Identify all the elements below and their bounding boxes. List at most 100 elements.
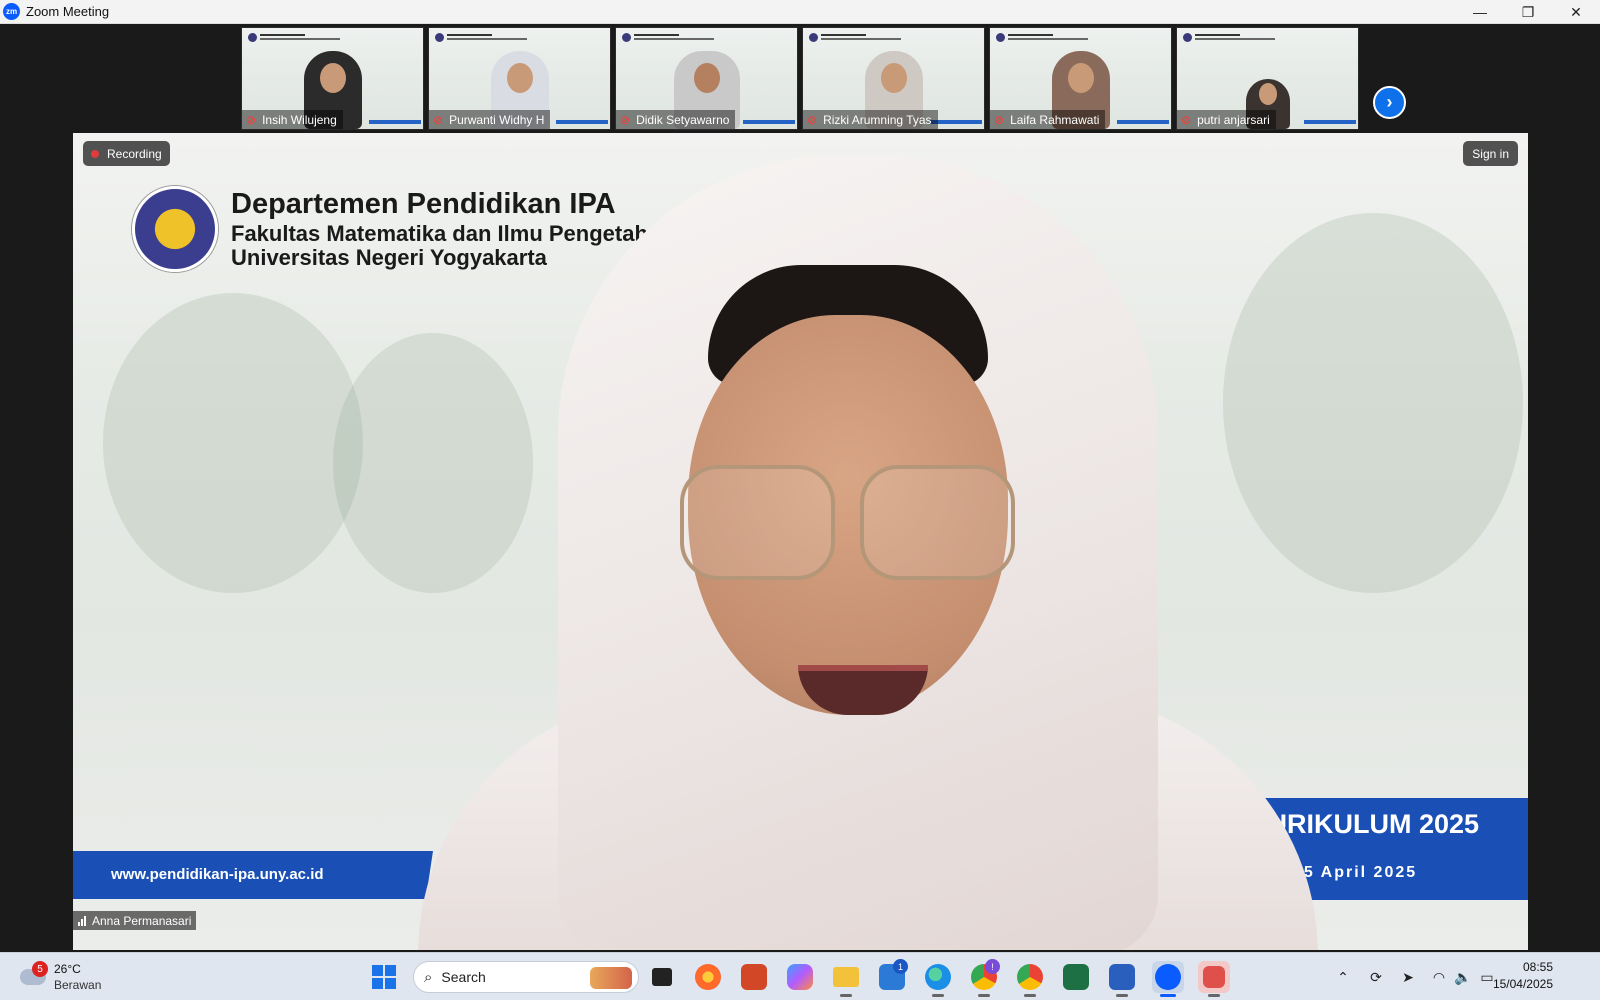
participant-namebar: ⊘ putri anjarsari: [1177, 110, 1276, 129]
folder-icon: [833, 967, 859, 987]
active-speaker-name: Anna Permanasari: [92, 913, 192, 928]
store-badge: 1: [893, 959, 908, 974]
chrome-badge: !: [985, 959, 1000, 974]
taskbar-excel[interactable]: [1060, 961, 1092, 993]
running-indicator: [932, 994, 944, 997]
running-indicator: [1160, 994, 1176, 997]
weather-widget[interactable]: 5 26°C Berawan: [18, 959, 118, 995]
taskbar-file-explorer[interactable]: [830, 961, 862, 997]
slide-header-mini: [809, 33, 904, 43]
participant-tile[interactable]: ⊘ Rizki Arumning Tyas: [802, 27, 985, 130]
taskbar-powerpoint[interactable]: [738, 961, 770, 993]
taskbar-firefox[interactable]: [692, 961, 724, 993]
chrome-profile-icon: [1017, 964, 1043, 990]
slide-header-mini: [435, 33, 530, 43]
taskbar-chrome-profile[interactable]: [1014, 961, 1046, 997]
mic-muted-icon: ⊘: [433, 112, 444, 127]
snipping-tool-icon: [1203, 966, 1225, 988]
show-hidden-icons-button[interactable]: ⌃: [1332, 961, 1354, 993]
running-indicator: [840, 994, 852, 997]
weather-temperature: 26°C: [54, 962, 81, 976]
slide-header-mini: [996, 33, 1091, 43]
speaker-glasses: [680, 465, 1020, 585]
taskbar: 5 26°C Berawan ⌕ 1 !: [0, 952, 1600, 1000]
participant-namebar: ⊘ Purwanti Widhy H: [429, 110, 551, 129]
search-highlight-image: [590, 967, 632, 989]
restore-button[interactable]: ❐: [1504, 0, 1552, 24]
task-view-icon: [652, 968, 672, 986]
signal-strength-icon: [78, 915, 87, 926]
active-speaker-namebadge: Anna Permanasari: [73, 911, 197, 930]
recording-indicator[interactable]: Recording: [83, 141, 170, 166]
participant-namebar: ⊘ Didik Setyawarno: [616, 110, 736, 129]
participant-name: Purwanti Widhy H: [449, 112, 545, 127]
running-indicator: [1116, 994, 1128, 997]
banner-strip: [556, 120, 608, 124]
participant-name: Didik Setyawarno: [636, 112, 730, 127]
mic-muted-icon: ⊘: [620, 112, 631, 127]
running-indicator: [1024, 994, 1036, 997]
wifi-icon[interactable]: ◠: [1428, 961, 1450, 993]
participant-tile[interactable]: ⊘ Didik Setyawarno: [615, 27, 798, 130]
participant-name: Insih Wilujeng: [262, 112, 337, 127]
task-view-button[interactable]: [646, 961, 678, 993]
close-button[interactable]: ✕: [1552, 0, 1600, 24]
location-icon[interactable]: ➤: [1396, 961, 1420, 993]
speaker-figure: [418, 155, 1318, 950]
word-icon: [1109, 964, 1135, 990]
taskbar-snipping-tool[interactable]: [1198, 961, 1230, 997]
minimize-button[interactable]: —: [1456, 0, 1504, 24]
banner-strip: [743, 120, 795, 124]
running-indicator: [1208, 994, 1220, 997]
slide-header-mini: [622, 33, 717, 43]
volume-icon[interactable]: 🔈: [1452, 961, 1474, 993]
window-title: Zoom Meeting: [26, 4, 110, 19]
taskbar-search[interactable]: ⌕: [413, 961, 639, 993]
weather-condition: Berawan: [54, 978, 102, 992]
participant-tile[interactable]: ⊘ Insih Wilujeng: [241, 27, 424, 130]
start-button[interactable]: [368, 961, 400, 993]
participant-face: [693, 63, 720, 93]
taskbar-word[interactable]: [1106, 961, 1138, 997]
banner-strip: [1304, 120, 1356, 124]
banner-strip: [930, 120, 982, 124]
participant-namebar: ⊘ Laifa Rahmawati: [990, 110, 1106, 129]
slide-header-mini: [1183, 33, 1278, 43]
search-input[interactable]: [441, 969, 592, 985]
taskbar-edge[interactable]: [922, 961, 954, 997]
active-speaker-video: Departemen Pendidikan IPA Fakultas Matem…: [73, 133, 1528, 950]
window-titlebar: zm Zoom Meeting — ❐ ✕: [0, 0, 1600, 24]
participant-strip: ⊘ Insih Wilujeng ⊘ Purwanti Widhy H ⊘ Di…: [0, 24, 1600, 134]
powerpoint-icon: [741, 964, 767, 990]
sign-in-button[interactable]: Sign in: [1463, 141, 1518, 166]
mic-muted-icon: ⊘: [994, 112, 1005, 127]
taskbar-chrome[interactable]: !: [968, 959, 1000, 997]
participant-face: [1067, 63, 1094, 93]
mic-muted-icon: ⊘: [1181, 112, 1192, 127]
participant-tile[interactable]: ⊘ putri anjarsari: [1176, 27, 1359, 130]
taskbar-zoom[interactable]: [1152, 961, 1184, 997]
taskbar-clock[interactable]: 08:55 15/04/2025: [1493, 959, 1553, 993]
participant-face: [880, 63, 907, 93]
participant-face: [506, 63, 533, 93]
firefox-icon: [695, 964, 721, 990]
edge-icon: [925, 964, 951, 990]
background-tree: [103, 293, 363, 593]
slide-header-mini: [248, 33, 343, 43]
participant-namebar: ⊘ Rizki Arumning Tyas: [803, 110, 938, 129]
website-url: www.pendidikan-ipa.uny.ac.id: [111, 866, 324, 883]
recording-dot-icon: [91, 149, 99, 158]
participant-tile[interactable]: ⊘ Laifa Rahmawati: [989, 27, 1172, 130]
zoom-icon: [1155, 964, 1181, 990]
running-indicator: [978, 994, 990, 997]
mic-muted-icon: ⊘: [807, 112, 818, 127]
participant-name: putri anjarsari: [1197, 112, 1270, 127]
taskbar-store[interactable]: 1: [876, 959, 908, 993]
participant-name: Rizki Arumning Tyas: [823, 112, 932, 127]
taskbar-copilot[interactable]: [784, 961, 816, 993]
sync-icon[interactable]: ⟳: [1364, 961, 1388, 993]
participant-tile[interactable]: ⊘ Purwanti Widhy H: [428, 27, 611, 130]
zoom-logo-icon: zm: [3, 3, 20, 20]
mic-muted-icon: ⊘: [246, 112, 257, 127]
next-page-button[interactable]: ›: [1373, 86, 1406, 119]
